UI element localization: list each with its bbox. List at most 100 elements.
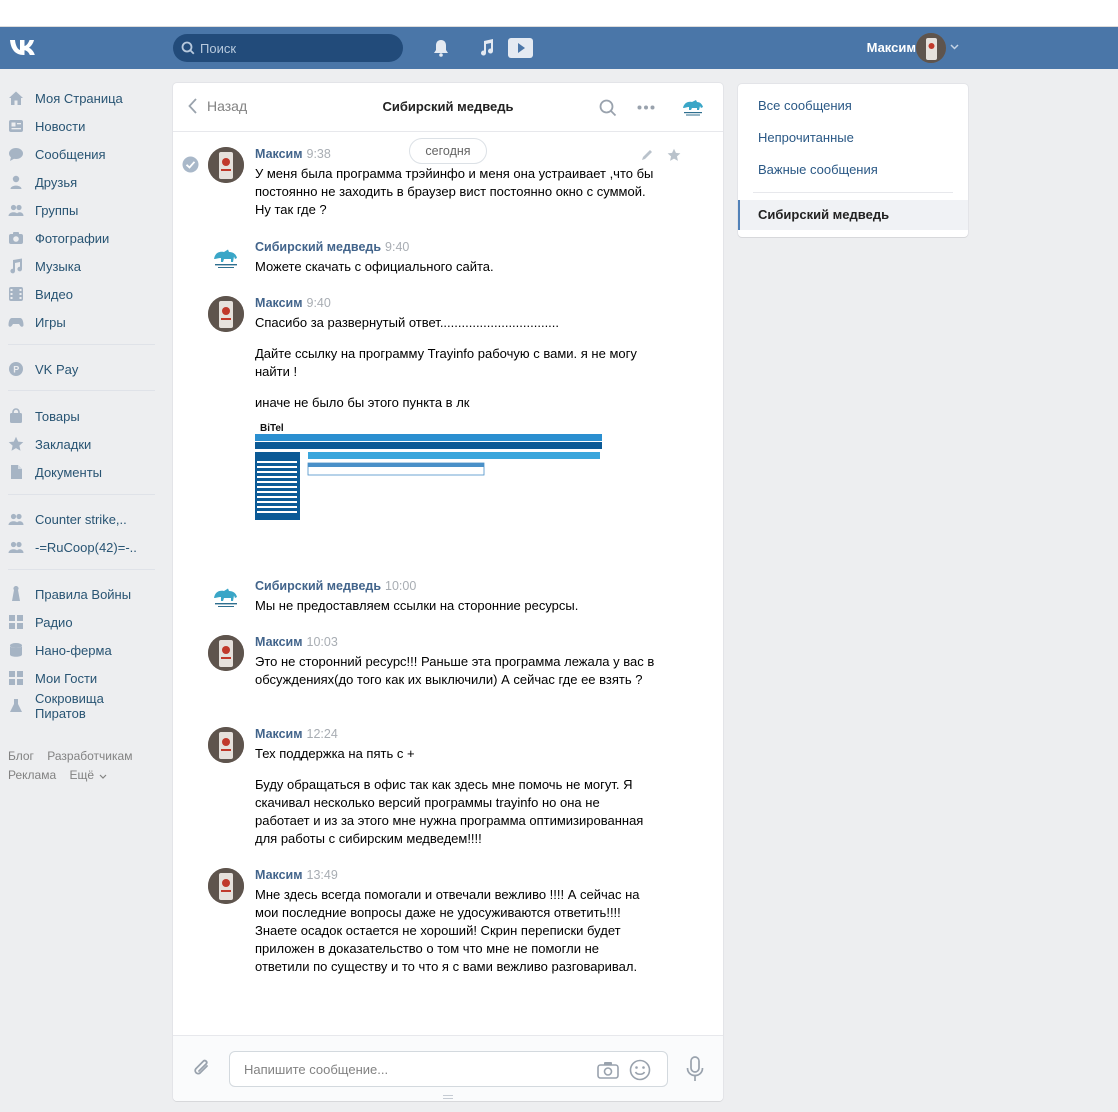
message-composer: Напишите сообщение... [173, 1035, 723, 1101]
avatar[interactable] [208, 147, 244, 183]
message-text: У меня была программа трэйинфо и меня он… [255, 165, 655, 219]
sidebar-item-documents[interactable]: Документы [8, 462, 158, 482]
video-play-icon[interactable] [508, 38, 533, 58]
message-paragraph: иначе не было бы этого пункта в лк [255, 395, 470, 410]
app-icon [8, 586, 24, 602]
sidebar-item-label: Радио [35, 614, 73, 630]
message-text: Мы не предоставляем ссылки на сторонние … [255, 597, 655, 615]
message-author[interactable]: Максим [255, 296, 303, 310]
sidebar-item-music[interactable]: Музыка [8, 256, 158, 276]
sidebar-item-pirate-treasure[interactable]: Сокровища Пиратов [8, 691, 158, 721]
camera-icon[interactable] [597, 1061, 619, 1079]
sidebar-item-counter-strike[interactable]: Counter strike,.. [8, 509, 158, 529]
avatar[interactable] [208, 240, 244, 276]
message-input[interactable]: Напишите сообщение... [229, 1051, 668, 1087]
chat-header: Назад Сибирский медведь [173, 83, 723, 132]
message-text: Это не сторонний ресурс!!! Раньше эта пр… [255, 653, 655, 689]
sidebar-item-label: -=RuCoop(42)=-.. [35, 539, 137, 555]
filter-all-messages[interactable]: Все сообщения [758, 98, 852, 113]
message-paragraph: Спасибо за развернутый ответ............… [255, 315, 560, 330]
sidebar-item-radio[interactable]: Радио [8, 612, 158, 632]
message-author[interactable]: Сибирский медведь [255, 240, 381, 254]
avatar[interactable] [208, 868, 244, 904]
star-icon[interactable] [667, 148, 681, 162]
message-author[interactable]: Сибирский медведь [255, 579, 381, 593]
sidebar-item-vk-pay[interactable]: P VK Pay [8, 359, 158, 379]
message-time: 10:03 [306, 635, 338, 649]
sidebar-item-bookmarks[interactable]: Закладки [8, 434, 158, 454]
sidebar-item-label: Друзья [35, 174, 78, 190]
footer-blog-link[interactable]: Блог [8, 749, 34, 763]
header-user-name[interactable]: Максим [867, 40, 916, 55]
emoji-icon[interactable] [629, 1059, 651, 1081]
document-icon [8, 464, 24, 480]
avatar[interactable] [208, 635, 244, 671]
message-paragraph: Дайте ссылку на программу Trayinfo рабоч… [255, 346, 637, 379]
paperclip-icon[interactable] [192, 1057, 212, 1079]
music-icon[interactable] [478, 38, 496, 58]
search-input[interactable] [200, 34, 395, 62]
header-avatar[interactable] [916, 33, 946, 63]
sidebar-item-games[interactable]: Игры [8, 312, 158, 332]
filter-important[interactable]: Важные сообщения [758, 162, 878, 177]
sidebar-item-war-rules[interactable]: Правила Войны [8, 584, 158, 604]
sidebar-item-goods[interactable]: Товары [8, 406, 158, 426]
message-time: 9:38 [306, 147, 331, 161]
microphone-icon[interactable] [685, 1056, 705, 1082]
edit-icon[interactable] [640, 148, 654, 162]
sidebar-item-groups[interactable]: Группы [8, 200, 158, 220]
app-icon [8, 614, 24, 630]
music-icon [8, 258, 24, 274]
search-icon[interactable] [599, 99, 617, 117]
sidebar-item-messages[interactable]: Сообщения [8, 144, 158, 164]
message-text: Тех поддержка на пять с + Буду обращатьс… [255, 745, 655, 848]
footer-more-link[interactable]: Ещё [69, 768, 94, 782]
message-author[interactable]: Максим [255, 727, 303, 741]
chat-avatar-bear-icon[interactable] [682, 96, 704, 118]
message-author[interactable]: Максим [255, 868, 303, 882]
message-paragraph: У меня была программа трэйинфо и меня он… [255, 166, 654, 217]
footer-ads-link[interactable]: Реклама [8, 768, 56, 782]
sidebar-item-nano-farm[interactable]: Нано-ферма [8, 640, 158, 660]
message-text: Можете скачать с официального сайта. [255, 258, 655, 276]
footer-developers-link[interactable]: Разработчикам [47, 749, 132, 763]
bell-icon[interactable] [432, 38, 450, 58]
resize-grip[interactable] [443, 1095, 453, 1099]
sidebar-item-rucoop[interactable]: -=RuCoop(42)=-.. [8, 537, 158, 557]
message-input-placeholder: Напишите сообщение... [244, 1062, 389, 1077]
groups-icon [8, 202, 24, 218]
sidebar-item-friends[interactable]: Друзья [8, 172, 158, 192]
svg-text:P: P [13, 365, 19, 375]
sidebar-item-my-guests[interactable]: Мои Гости [8, 668, 158, 688]
avatar[interactable] [208, 296, 244, 332]
news-icon [8, 118, 24, 134]
more-icon[interactable] [637, 105, 655, 110]
chevron-down-icon[interactable] [99, 774, 107, 779]
sidebar-item-news[interactable]: Новости [8, 116, 158, 136]
selected-check-icon[interactable] [182, 156, 199, 173]
vk-logo-icon[interactable] [8, 35, 42, 61]
sidebar-item-label: Новости [35, 118, 86, 134]
sidebar-item-photos[interactable]: Фотографии [8, 228, 158, 248]
avatar[interactable] [208, 727, 244, 763]
avatar[interactable] [208, 579, 244, 615]
message-time: 13:49 [306, 868, 338, 882]
sidebar-item-label: VK Pay [35, 361, 79, 377]
home-icon [8, 90, 24, 106]
browser-top-strip [0, 0, 1118, 27]
sidebar-item-video[interactable]: Видео [8, 284, 158, 304]
sidebar-item-label: Сокровища Пиратов [35, 691, 104, 721]
message-paragraph: Тех поддержка на пять с + [255, 746, 415, 761]
sidebar-item-my-page[interactable]: Моя Страница [8, 88, 158, 108]
filter-unread[interactable]: Непрочитанные [758, 130, 854, 145]
sidebar-divider [8, 344, 155, 345]
search-box[interactable] [173, 34, 403, 62]
friends-icon [8, 174, 24, 190]
chevron-down-icon[interactable] [950, 44, 959, 50]
sidebar-item-label: Counter strike,.. [35, 511, 127, 527]
active-conversation-tab[interactable]: Сибирский медведь [738, 200, 968, 230]
sidebar-item-label: Товары [35, 408, 80, 424]
attached-screenshot[interactable]: BiTel [255, 421, 605, 521]
message-author[interactable]: Максим [255, 147, 303, 161]
message-author[interactable]: Максим [255, 635, 303, 649]
